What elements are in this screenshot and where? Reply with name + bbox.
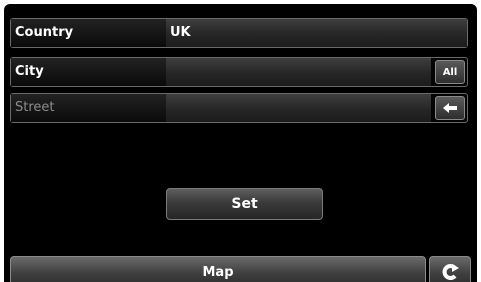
city-label: City xyxy=(11,58,166,86)
street-input[interactable] xyxy=(166,94,431,122)
city-row[interactable]: City All xyxy=(10,57,468,87)
country-row[interactable]: Country UK xyxy=(10,18,468,48)
country-label: Country xyxy=(11,19,166,47)
city-all-button[interactable]: All xyxy=(435,60,465,84)
street-row[interactable]: Street xyxy=(10,93,468,123)
map-button[interactable]: Map xyxy=(10,256,426,282)
back-arrow-icon xyxy=(442,264,459,280)
back-button[interactable] xyxy=(429,256,471,282)
street-backspace-button[interactable] xyxy=(435,96,465,120)
navigation-address-screen: Country UK City All Street Set Map xyxy=(4,4,477,282)
street-label: Street xyxy=(11,94,166,122)
country-value[interactable]: UK xyxy=(166,19,467,47)
backspace-arrow-icon xyxy=(443,103,457,113)
set-button[interactable]: Set xyxy=(166,188,323,220)
city-input[interactable] xyxy=(166,58,431,86)
